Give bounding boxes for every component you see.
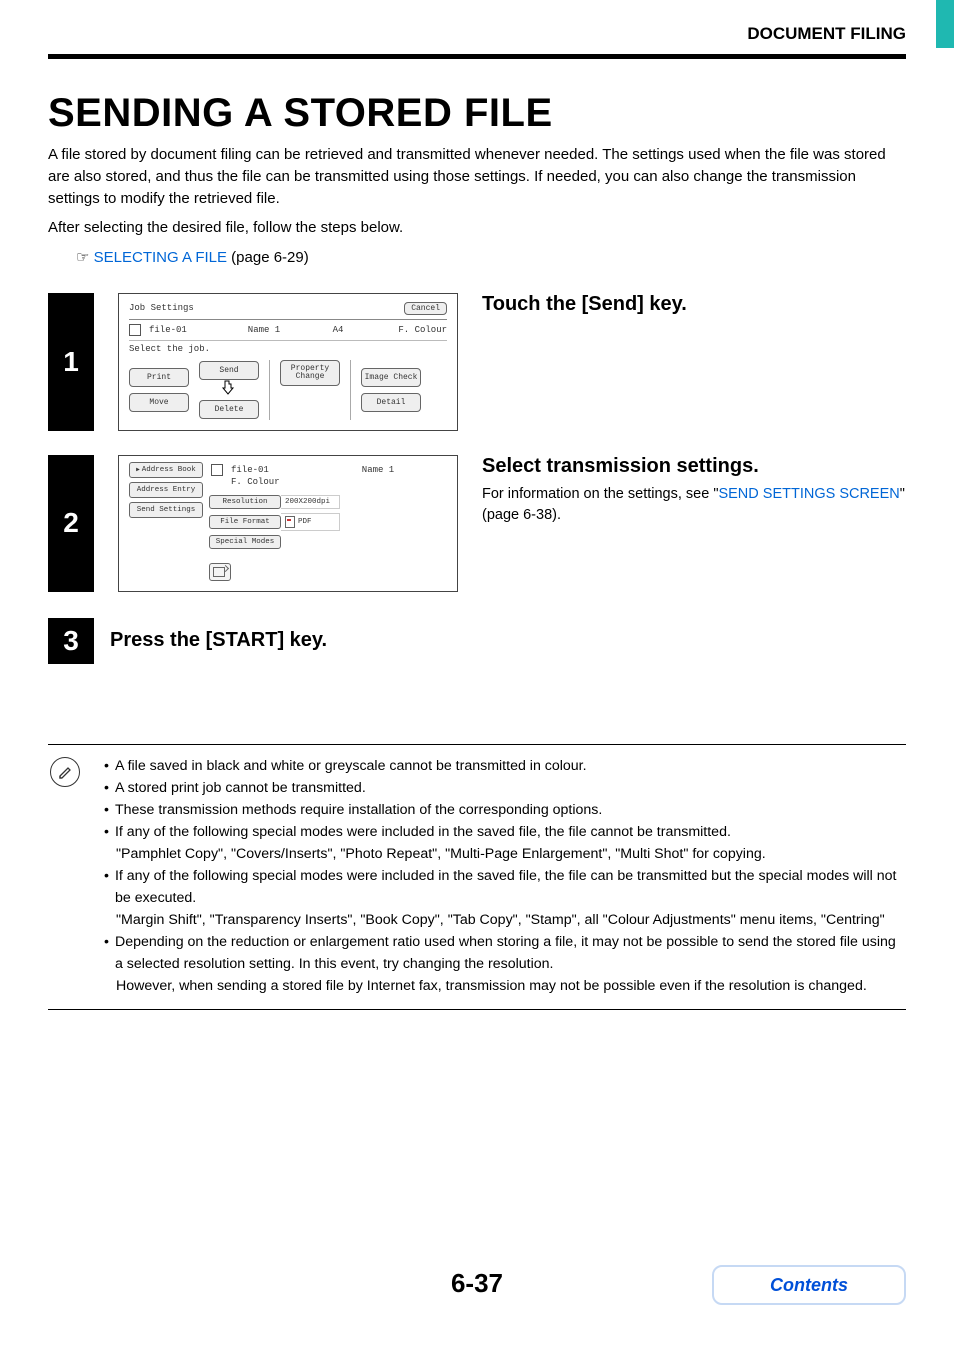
file-format-text: PDF [298, 518, 312, 526]
step2-body: For information on the settings, see "SE… [482, 484, 906, 526]
resolution-button[interactable]: Resolution [209, 495, 281, 509]
divider [269, 360, 270, 420]
resolution-value: 200X200dpi [281, 495, 340, 509]
send-settings-screen-link[interactable]: SEND SETTINGS SCREEN [718, 486, 899, 502]
address-book-tab[interactable]: Address Book [129, 462, 203, 478]
intro-paragraph-2: After selecting the desired file, follow… [48, 217, 906, 239]
user-name: Name 1 [309, 465, 447, 475]
intro-link-line: ☞ SELECTING A FILE (page 6-29) [48, 247, 906, 269]
file-icon [129, 324, 141, 336]
step-2: 2 Address Book Address Entry Send Settin… [48, 455, 906, 592]
special-modes-button[interactable]: Special Modes [209, 535, 281, 549]
colour-mode: F. Colour [369, 325, 447, 335]
step1-screenshot: Job Settings Cancel file-01 Name 1 A4 F.… [118, 293, 458, 431]
property-change-button[interactable]: Property Change [280, 360, 340, 386]
note-5-cont: "Margin Shift", "Transparency Inserts", … [104, 909, 906, 931]
step-3: 3 Press the [START] key. [48, 618, 906, 664]
note-4: If any of the following special modes we… [115, 821, 731, 843]
send-settings-tab[interactable]: Send Settings [129, 502, 203, 518]
file-format-value: PDF [281, 513, 340, 531]
step1-heading: Touch the [Send] key. [482, 293, 906, 316]
link-prefix: ☞ [76, 249, 94, 266]
hand-cursor-icon [218, 378, 240, 400]
step2-body-pre: For information on the settings, see " [482, 486, 718, 502]
step-number: 1 [48, 293, 94, 431]
chapter-tab [936, 0, 954, 48]
screen-title: Job Settings [129, 303, 194, 313]
link-suffix: (page 6-29) [227, 249, 309, 266]
paper-size: A4 [315, 325, 361, 335]
note-1: A file saved in black and white or greys… [115, 755, 587, 777]
print-button[interactable]: Print [129, 368, 189, 387]
image-check-button[interactable]: Image Check [361, 368, 421, 387]
cancel-button[interactable]: Cancel [404, 302, 447, 315]
step2-heading: Select transmission settings. [482, 455, 906, 478]
file-icon [211, 464, 223, 476]
step-number: 2 [48, 455, 94, 592]
divider [350, 360, 351, 420]
preview-icon[interactable] [209, 563, 231, 581]
file-format-button[interactable]: File Format [209, 515, 281, 529]
colour-mode: F. Colour [209, 477, 447, 487]
contents-button[interactable]: Contents [712, 1265, 906, 1305]
pencil-note-icon [50, 757, 80, 787]
file-name: file-01 [149, 325, 213, 335]
detail-button[interactable]: Detail [361, 393, 421, 412]
file-name: file-01 [231, 465, 301, 475]
section-header: DOCUMENT FILING [48, 24, 906, 50]
step-number: 3 [48, 618, 94, 664]
intro-paragraph-1: A file stored by document filing can be … [48, 144, 906, 209]
note-4-cont: "Pamphlet Copy", "Covers/Inserts", "Phot… [104, 843, 906, 865]
divider [48, 54, 906, 59]
delete-button[interactable]: Delete [199, 400, 259, 419]
pdf-icon [285, 516, 295, 528]
prompt-text: Select the job. [129, 341, 447, 360]
note-2: A stored print job cannot be transmitted… [115, 777, 366, 799]
step3-heading: Press the [START] key. [110, 629, 327, 652]
address-entry-tab[interactable]: Address Entry [129, 482, 203, 498]
note-5: If any of the following special modes we… [115, 865, 906, 909]
step-1: 1 Job Settings Cancel file-01 Name 1 A4 … [48, 293, 906, 431]
selecting-a-file-link[interactable]: SELECTING A FILE [94, 249, 227, 266]
note-3: These transmission methods require insta… [115, 799, 602, 821]
page-title: SENDING A STORED FILE [48, 91, 906, 136]
note-6-cont: However, when sending a stored file by I… [104, 975, 906, 997]
note-6: Depending on the reduction or enlargemen… [115, 931, 906, 975]
step2-screenshot: Address Book Address Entry Send Settings… [118, 455, 458, 592]
move-button[interactable]: Move [129, 393, 189, 412]
notes-box: A file saved in black and white or greys… [48, 744, 906, 1010]
user-name: Name 1 [221, 325, 307, 335]
